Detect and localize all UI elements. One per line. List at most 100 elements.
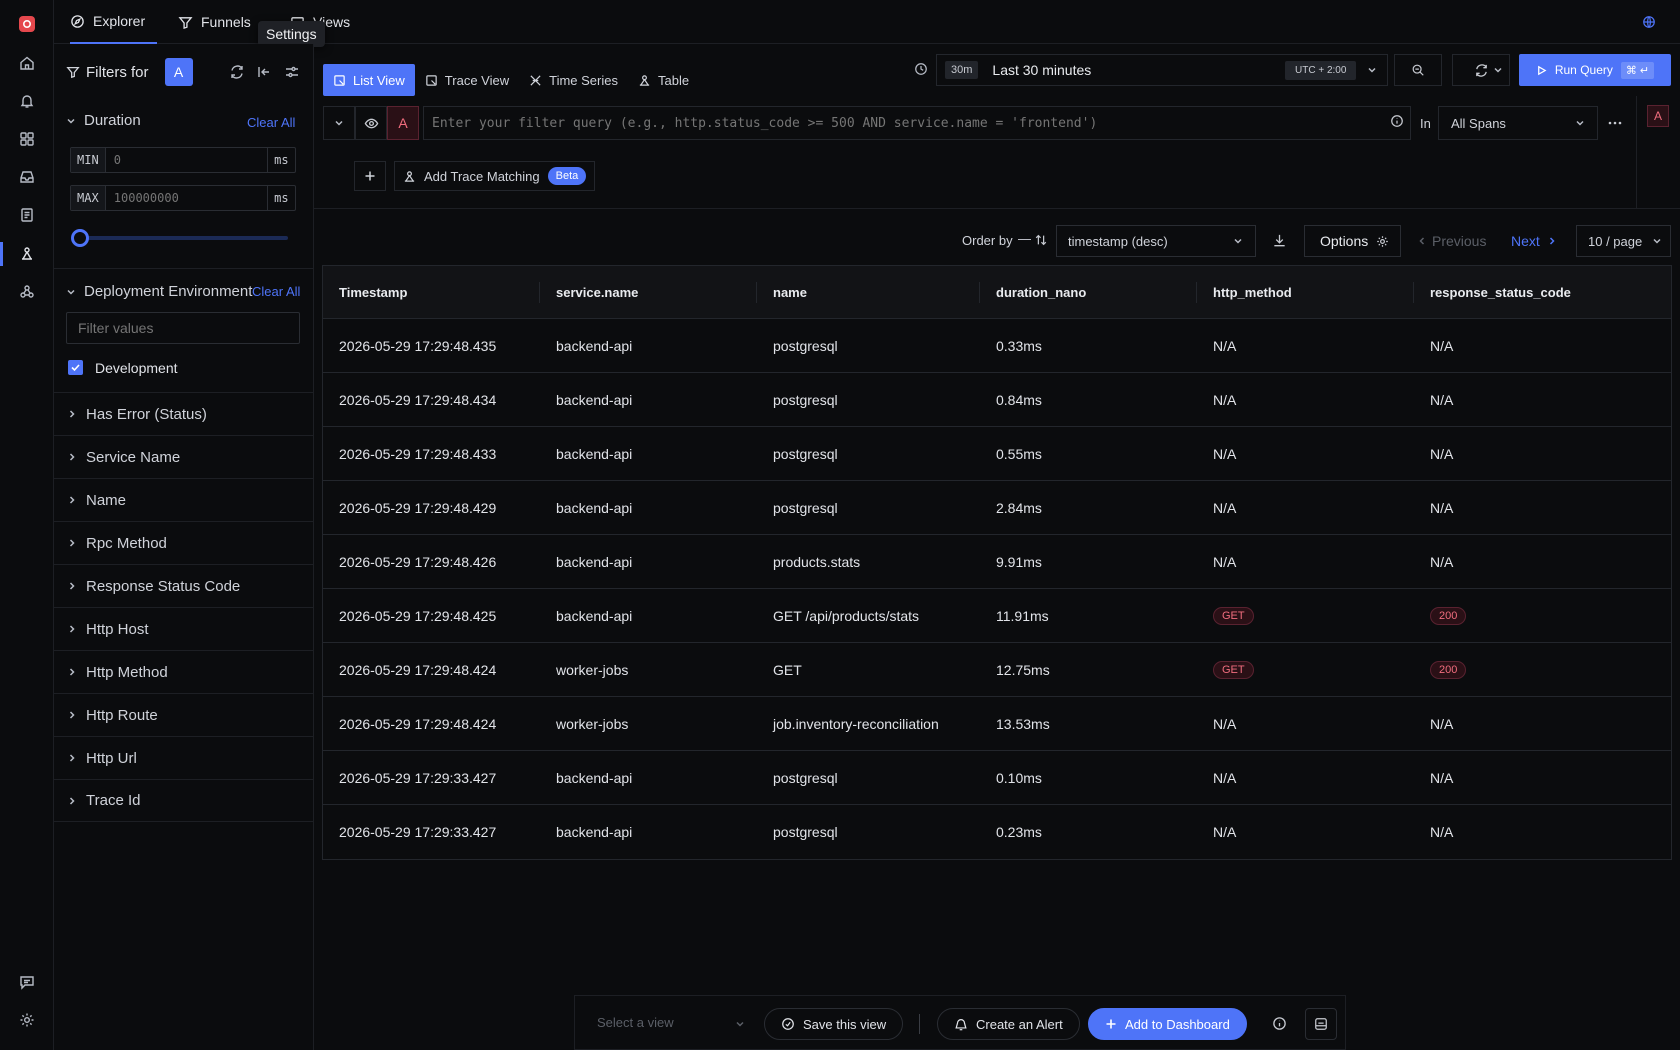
chevron-down-icon[interactable] — [735, 1019, 745, 1029]
run-query-button[interactable]: Run Query ⌘ ↵ — [1519, 54, 1671, 86]
duration-slider-track[interactable] — [80, 236, 288, 240]
support-chat-icon[interactable] — [15, 970, 39, 994]
create-alert-label: Create an Alert — [976, 1016, 1063, 1032]
deployment-section-toggle[interactable]: Deployment Environment — [66, 283, 252, 300]
table-row[interactable]: 2026-05-29 17:29:48.434 backend-api postgr… — [323, 373, 1671, 427]
deployment-clear-all-link[interactable]: Clear All — [252, 284, 300, 299]
collapse-panel-icon[interactable] — [256, 64, 272, 80]
traces-icon[interactable] — [15, 242, 39, 266]
previous-page-button[interactable]: Previous — [1418, 233, 1486, 249]
development-checkbox[interactable] — [68, 360, 83, 375]
plus-icon — [1105, 1018, 1117, 1030]
span-scope-select[interactable]: All Spans — [1438, 106, 1598, 140]
save-view-button[interactable]: Save this view — [764, 1008, 904, 1040]
alerts-icon[interactable] — [15, 89, 39, 113]
table-cell: 2026-05-29 17:29:33.427 — [339, 769, 497, 786]
globe-icon[interactable] — [1642, 15, 1656, 29]
filter-section-label: Http Method — [86, 663, 168, 681]
chevron-right-icon — [1548, 236, 1556, 246]
column-header[interactable]: duration_nano — [980, 281, 1197, 303]
filter-section-has-error[interactable]: Has Error (Status) — [54, 392, 314, 435]
time-range-picker[interactable]: 30m Last 30 minutes UTC + 2:00 — [936, 54, 1388, 86]
filter-query-input[interactable] — [423, 106, 1411, 140]
order-by-select[interactable]: timestamp (desc) — [1056, 225, 1256, 257]
filter-section-http-host[interactable]: Http Host — [54, 607, 314, 650]
select-view-dropdown[interactable]: Select a view — [597, 1015, 674, 1030]
column-header[interactable]: name — [757, 281, 980, 303]
dashboards-icon[interactable] — [15, 127, 39, 151]
duration-min-input[interactable] — [105, 148, 267, 172]
tab-explorer[interactable]: Explorer — [70, 0, 158, 44]
tab-trace-view[interactable]: Trace View — [415, 64, 519, 96]
table-cell: backend-api — [556, 337, 633, 354]
collapse-query-button[interactable] — [323, 106, 355, 140]
refresh-interval-button[interactable] — [1452, 54, 1510, 86]
filter-section-name[interactable]: Name — [54, 478, 314, 521]
chevron-down-icon — [66, 116, 76, 126]
add-to-dashboard-button[interactable]: Add to Dashboard — [1088, 1008, 1247, 1040]
inbox-icon[interactable] — [15, 165, 39, 189]
zoom-out-button[interactable] — [1394, 54, 1442, 86]
query-a-side-badge[interactable]: A — [1647, 105, 1669, 127]
filter-section-rpc-method[interactable]: Rpc Method — [54, 521, 314, 564]
tab-time-series[interactable]: Time Series — [519, 64, 628, 96]
app-logo-icon[interactable] — [15, 12, 39, 36]
development-option-label[interactable]: Development — [95, 360, 178, 376]
filter-section-trace-id[interactable]: Trace Id — [54, 779, 314, 822]
beta-badge: Beta — [547, 167, 587, 185]
integrations-icon[interactable] — [15, 280, 39, 304]
duration-max-input[interactable] — [105, 186, 267, 210]
home-icon[interactable] — [15, 51, 39, 75]
logs-icon[interactable] — [15, 203, 39, 227]
filter-section-service-name[interactable]: Service Name — [54, 435, 314, 478]
filter-values-search-input[interactable] — [66, 312, 300, 344]
table-row[interactable]: 2026-05-29 17:29:48.424 worker-jobs job.in… — [323, 697, 1671, 751]
table-cell: 2026-05-29 17:29:48.426 — [339, 553, 497, 570]
table-row[interactable]: 2026-05-29 17:29:33.427 backend-api postgr… — [323, 805, 1671, 859]
download-icon[interactable] — [1272, 233, 1287, 248]
more-options-icon[interactable] — [1607, 115, 1623, 131]
filter-section-response-status-code[interactable]: Response Status Code — [54, 564, 314, 607]
table-row[interactable]: 2026-05-29 17:29:48.429 backend-api postgr… — [323, 481, 1671, 535]
column-header[interactable]: service.name — [540, 281, 757, 303]
status-code-badge: 200 — [1430, 661, 1467, 679]
tab-list-view[interactable]: List View — [323, 64, 415, 96]
sort-direction-icon[interactable] — [1034, 233, 1048, 247]
info-icon[interactable] — [1272, 1016, 1287, 1031]
create-alert-button[interactable]: Create an Alert — [937, 1008, 1080, 1040]
tab-funnels[interactable]: Funnels — [178, 0, 251, 44]
duration-section-toggle[interactable]: Duration — [66, 112, 141, 129]
column-header[interactable]: http_method — [1197, 281, 1414, 303]
table-row[interactable]: 2026-05-29 17:29:48.426 backend-api produc… — [323, 535, 1671, 589]
toggle-visibility-button[interactable] — [355, 106, 387, 140]
add-query-button[interactable] — [354, 161, 386, 191]
column-header[interactable]: Timestamp — [323, 281, 540, 303]
query-badge[interactable]: A — [164, 58, 193, 86]
info-icon[interactable] — [1390, 114, 1404, 128]
next-page-button[interactable]: Next — [1511, 233, 1556, 249]
add-trace-matching-button[interactable]: Add Trace Matching Beta — [394, 161, 596, 191]
chevron-down-icon[interactable] — [1367, 65, 1377, 75]
options-button[interactable]: Options — [1304, 225, 1401, 257]
query-section-divider — [314, 208, 1680, 209]
refresh-icon[interactable] — [229, 64, 245, 80]
layout-toggle-button[interactable] — [1305, 1008, 1337, 1040]
settings-gear-icon[interactable] — [15, 1008, 39, 1032]
filter-section-http-route[interactable]: Http Route — [54, 693, 314, 736]
page-size-select[interactable]: 10 / page — [1576, 225, 1671, 257]
filter-section-http-method[interactable]: Http Method — [54, 650, 314, 693]
query-label-badge[interactable]: A — [387, 106, 419, 140]
filter-section-http-url[interactable]: Http Url — [54, 736, 314, 779]
duration-slider-handle[interactable] — [71, 229, 89, 247]
table-row[interactable]: 2026-05-29 17:29:48.435 backend-api postgr… — [323, 319, 1671, 373]
table-row[interactable]: 2026-05-29 17:29:48.424 worker-jobs GET 12.… — [323, 643, 1671, 697]
timezone-badge[interactable]: UTC + 2:00 — [1285, 60, 1357, 80]
table-row[interactable]: 2026-05-29 17:29:33.427 backend-api postgr… — [323, 751, 1671, 805]
duration-clear-all-link[interactable]: Clear All — [247, 115, 295, 130]
table-row[interactable]: 2026-05-29 17:29:48.425 backend-api GET /a… — [323, 589, 1671, 643]
table-cell: 9.91ms — [996, 553, 1042, 570]
column-header[interactable]: response_status_code — [1414, 282, 1671, 303]
table-row[interactable]: 2026-05-29 17:29:48.433 backend-api postgr… — [323, 427, 1671, 481]
filter-settings-icon[interactable] — [284, 64, 300, 80]
tab-table[interactable]: Table — [628, 64, 699, 96]
